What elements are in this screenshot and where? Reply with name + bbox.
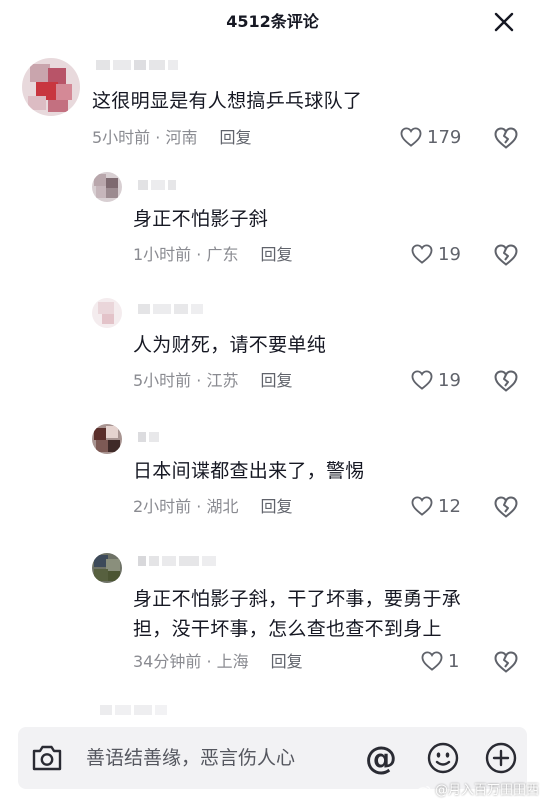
comment-meta: 5小时前 · 江苏 回复 xyxy=(133,371,293,390)
reply-button[interactable]: 回复 xyxy=(219,128,251,147)
like-button[interactable]: 1 xyxy=(421,650,459,674)
like-count: 179 xyxy=(427,127,462,148)
like-button[interactable]: 179 xyxy=(400,126,461,150)
comment-text: 身正不怕影子斜 xyxy=(133,208,269,230)
watermark-text: @月入百万田田西 xyxy=(434,783,539,798)
comment-time: 1小时前 xyxy=(133,245,192,264)
comment-meta: 1小时前 · 广东 回复 xyxy=(133,245,293,264)
comment-text: 日本间谍都查出来了，警惕 xyxy=(133,460,365,482)
reply-button[interactable]: 回复 xyxy=(260,245,292,264)
comment-meta: 5小时前 · 河南 回复 xyxy=(92,128,252,147)
dislike-button[interactable] xyxy=(494,127,518,151)
reply-button[interactable]: 回复 xyxy=(271,652,303,671)
dislike-button[interactable] xyxy=(494,244,518,268)
comment-location: 湖北 xyxy=(206,497,239,516)
username-blurred xyxy=(138,304,206,318)
username-blurred xyxy=(100,705,170,719)
avatar[interactable] xyxy=(92,553,122,583)
like-count: 1 xyxy=(448,651,460,672)
comment-time: 34分钟前 xyxy=(133,652,202,671)
dislike-button[interactable] xyxy=(494,496,518,520)
add-button[interactable] xyxy=(484,741,518,775)
camera-button[interactable] xyxy=(30,742,64,774)
dislike-button[interactable] xyxy=(494,370,518,394)
comment-meta: 34分钟前 · 上海 回复 xyxy=(133,652,303,671)
reply-button[interactable]: 回复 xyxy=(260,371,292,390)
comment-text: 人为财死，请不要单纯 xyxy=(133,334,327,356)
comment-time: 5小时前 xyxy=(133,371,192,390)
avatar[interactable] xyxy=(92,298,122,328)
avatar[interactable] xyxy=(92,172,122,202)
reply-button[interactable]: 回复 xyxy=(260,497,292,516)
avatar[interactable] xyxy=(92,424,122,454)
comment-location: 江苏 xyxy=(206,371,239,390)
like-button[interactable]: 19 xyxy=(411,369,461,393)
username-blurred xyxy=(96,60,181,74)
like-button[interactable]: 19 xyxy=(411,243,461,267)
comment-location: 河南 xyxy=(165,128,198,147)
broken-heart-icon xyxy=(494,651,518,673)
like-count: 19 xyxy=(438,370,461,391)
watermark: @月入百万田田西 xyxy=(416,779,539,798)
broken-heart-icon xyxy=(494,244,518,266)
comment-location: 广东 xyxy=(206,245,239,264)
comment-item: 这很明显是有人想搞乒乓球队了 5小时前 · 河南 回复 179 xyxy=(0,0,545,170)
username-blurred xyxy=(138,556,219,570)
like-button[interactable]: 12 xyxy=(411,495,461,519)
plus-circle-icon xyxy=(485,742,517,774)
username-blurred xyxy=(138,180,179,194)
weibo-logo-icon xyxy=(416,785,431,797)
heart-outline-icon xyxy=(411,243,433,264)
heart-outline-icon xyxy=(400,126,422,147)
heart-outline-icon xyxy=(411,495,433,516)
comment-input[interactable] xyxy=(86,745,356,771)
smiley-icon xyxy=(427,742,459,774)
comment-text: 这很明显是有人想搞乒乓球队了 xyxy=(92,90,363,112)
comment-location: 上海 xyxy=(216,652,249,671)
broken-heart-icon xyxy=(494,496,518,518)
like-count: 12 xyxy=(438,496,461,517)
camera-icon xyxy=(32,745,62,771)
comment-text: 身正不怕影子斜，干了坏事，要勇于承 担，没干坏事，怎么查也查不到身上 xyxy=(133,588,462,640)
username-blurred xyxy=(138,432,162,446)
comment-time: 2小时前 xyxy=(133,497,192,516)
mention-button[interactable]: @ xyxy=(362,740,400,778)
like-count: 19 xyxy=(438,244,461,265)
heart-outline-icon xyxy=(411,369,433,390)
broken-heart-icon xyxy=(494,370,518,392)
dislike-button[interactable] xyxy=(494,651,518,675)
avatar[interactable] xyxy=(22,58,80,116)
broken-heart-icon xyxy=(494,127,518,149)
emoji-button[interactable] xyxy=(426,741,460,775)
comments-panel: 4512条评论 这很明显是有人想搞乒乓球队了 5小时前 · 河南回复 179 xyxy=(0,0,545,800)
heart-outline-icon xyxy=(421,650,443,671)
comment-meta: 2小时前 · 湖北 回复 xyxy=(133,497,293,516)
comment-time: 5小时前 xyxy=(92,128,151,147)
